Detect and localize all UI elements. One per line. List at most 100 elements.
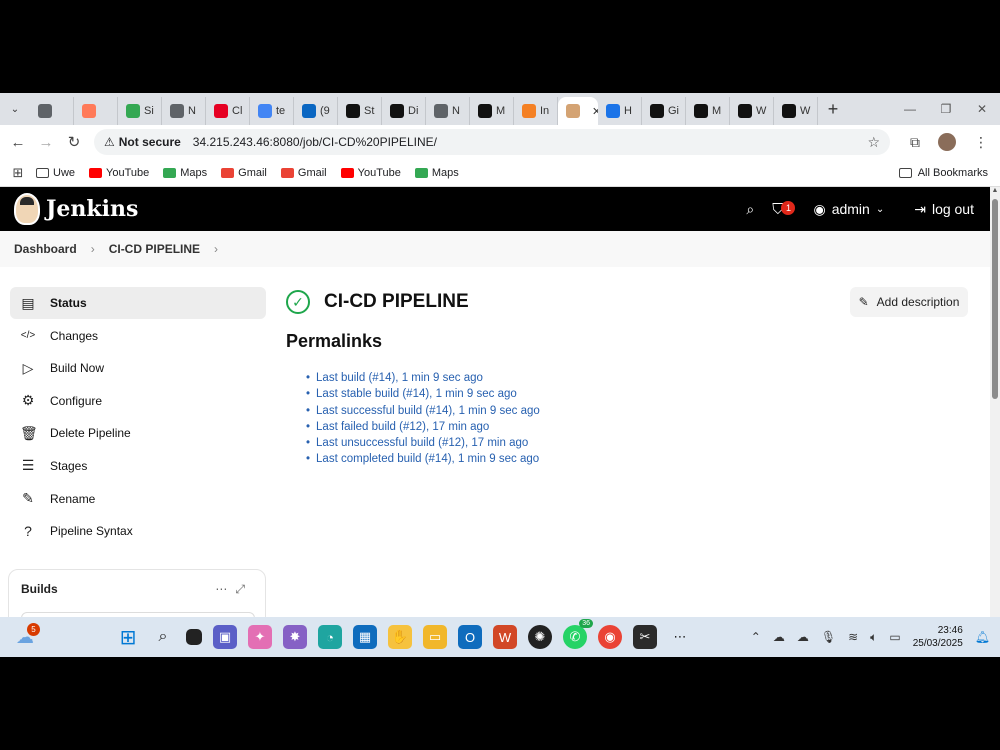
bookmark-label: YouTube bbox=[357, 166, 401, 179]
wifi-icon[interactable]: ≋ bbox=[848, 630, 858, 644]
permalink-link[interactable]: Last unsuccessful build (#12), 17 min ag… bbox=[306, 435, 976, 451]
sidebar-item-delete-pipeline[interactable]: 🗑︎ Delete Pipeline bbox=[10, 417, 266, 449]
whatsapp-icon[interactable]: ✆ 36 bbox=[563, 619, 593, 649]
scroll-thumb[interactable] bbox=[992, 199, 998, 399]
browser-tab[interactable]: W bbox=[730, 97, 774, 125]
bookmark-label: Gmail bbox=[297, 166, 327, 179]
breadcrumb-job[interactable]: CI-CD PIPELINE bbox=[109, 242, 200, 256]
close-window-icon[interactable]: ✕ bbox=[964, 93, 1000, 125]
reload-icon[interactable]: ↻ bbox=[60, 133, 88, 151]
jenkins-logo[interactable] bbox=[14, 193, 40, 225]
sidebar-item-label: Stages bbox=[50, 458, 88, 473]
sidebar-item-rename[interactable]: ✎ Rename bbox=[10, 483, 266, 515]
file-explorer-icon[interactable]: ▭ bbox=[423, 625, 447, 649]
browser-tab[interactable]: N bbox=[426, 97, 470, 125]
bookmark-item[interactable]: Uwe bbox=[36, 167, 75, 179]
scroll-up-icon[interactable]: ▲ bbox=[990, 187, 1000, 194]
microphone-icon[interactable]: 🎙︎ bbox=[821, 630, 836, 644]
outlook-icon[interactable]: O bbox=[458, 625, 482, 649]
browser-tab[interactable]: Si bbox=[118, 97, 162, 125]
url-text[interactable]: 34.215.243.46:8080/job/CI-CD%20PIPELINE/ bbox=[193, 135, 868, 149]
browser-tab[interactable]: Cl bbox=[206, 97, 250, 125]
sidebar-item-configure[interactable]: ⚙ Configure bbox=[10, 385, 266, 417]
notification-icon[interactable]: 🔔︎ bbox=[975, 630, 990, 644]
bookmark-item[interactable]: Gmail bbox=[280, 166, 327, 179]
bookmark-item[interactable]: YouTube bbox=[340, 166, 401, 179]
permalink-link[interactable]: Last stable build (#14), 1 min 9 sec ago bbox=[306, 386, 976, 402]
jenkins-brand[interactable]: Jenkins bbox=[46, 196, 138, 222]
new-tab-button[interactable]: + bbox=[818, 99, 848, 120]
address-bar[interactable]: ⚠ Not secure 34.215.243.46:8080/job/CI-C… bbox=[94, 129, 890, 155]
battery-icon[interactable]: ▭ bbox=[889, 630, 900, 644]
browser-tab[interactable]: ✕ bbox=[558, 97, 598, 125]
bookmark-item[interactable]: Maps bbox=[163, 167, 207, 179]
sticky-app-icon[interactable]: ✋ bbox=[388, 625, 412, 649]
sidebar-item-status[interactable]: ▤ Status bbox=[10, 287, 266, 319]
forward-icon[interactable]: → bbox=[32, 134, 60, 151]
all-bookmarks-button[interactable]: All Bookmarks bbox=[898, 167, 988, 179]
chrome-icon[interactable]: ◉ bbox=[598, 625, 622, 649]
add-description-button[interactable]: ✎ Add description bbox=[850, 287, 968, 317]
browser-tab[interactable]: W bbox=[774, 97, 818, 125]
bookmark-label: Maps bbox=[431, 166, 459, 179]
browser-tab[interactable]: M bbox=[686, 97, 730, 125]
bookmark-item[interactable]: YouTube bbox=[89, 167, 149, 179]
browser-tab[interactable] bbox=[30, 97, 74, 125]
sidebar-item-build-now[interactable]: ▷ Build Now bbox=[10, 352, 266, 384]
edge-icon[interactable]: ◔ bbox=[318, 625, 342, 649]
browser-menu-icon[interactable]: ⋮ bbox=[974, 134, 988, 151]
search-icon[interactable]: ⌕ bbox=[746, 201, 754, 218]
permalink-link[interactable]: Last build (#14), 1 min 9 sec ago bbox=[306, 370, 976, 386]
weather-widget-icon[interactable]: ☁ 5 bbox=[16, 622, 40, 648]
browser-tab[interactable]: Di bbox=[382, 97, 426, 125]
copilot-icon[interactable]: ✦ bbox=[248, 625, 272, 649]
bookmark-item[interactable]: Gmail bbox=[221, 167, 267, 179]
browser-tab[interactable]: In bbox=[514, 97, 558, 125]
browser-tab[interactable]: St bbox=[338, 97, 382, 125]
store-icon[interactable]: ▦ bbox=[353, 625, 377, 649]
sidebar-item-changes[interactable]: </> Changes bbox=[10, 320, 266, 352]
profile-avatar[interactable] bbox=[938, 133, 956, 151]
sidebar-item-pipeline-syntax[interactable]: ? Pipeline Syntax bbox=[10, 515, 266, 547]
chatgpt-icon[interactable]: ✺ bbox=[528, 625, 552, 649]
browser-tab[interactable]: (9 bbox=[294, 97, 338, 125]
apps-grid-icon[interactable]: ⊞ bbox=[0, 165, 36, 181]
task-view-icon[interactable] bbox=[186, 629, 202, 645]
permalink-link[interactable]: Last failed build (#12), 17 min ago bbox=[306, 419, 976, 435]
tray-chevron-up-icon[interactable]: ⌃ bbox=[751, 630, 761, 644]
bookmark-item[interactable]: Maps bbox=[414, 166, 459, 179]
minimize-icon[interactable]: — bbox=[892, 93, 928, 125]
restore-icon[interactable]: ❐ bbox=[928, 93, 964, 125]
search-icon[interactable]: ⌕ bbox=[151, 625, 175, 649]
user-menu[interactable]: ◉ admin ⌄ bbox=[813, 201, 884, 218]
more-apps-icon[interactable]: ⋯ bbox=[668, 625, 692, 649]
permalink-link[interactable]: Last successful build (#14), 1 min 9 sec… bbox=[306, 403, 976, 419]
bookmark-star-icon[interactable]: ☆ bbox=[867, 134, 880, 151]
back-icon[interactable]: ← bbox=[4, 134, 32, 151]
tab-search-icon[interactable]: ⌄ bbox=[0, 104, 30, 115]
snipping-tool-icon[interactable]: ✂ bbox=[633, 625, 657, 649]
extensions-icon[interactable]: ⧉ bbox=[910, 134, 920, 151]
network-cloud-icon[interactable]: ☁ bbox=[797, 630, 809, 644]
browser-tab[interactable]: Gi bbox=[642, 97, 686, 125]
onedrive-icon[interactable]: ☁ bbox=[773, 630, 785, 644]
start-icon[interactable]: ⊞ bbox=[116, 625, 140, 649]
sidebar-item-stages[interactable]: ☰ Stages bbox=[10, 450, 266, 482]
browser-tab[interactable]: M bbox=[470, 97, 514, 125]
breadcrumb-dashboard[interactable]: Dashboard bbox=[14, 242, 77, 256]
builds-panel-icons[interactable]: ⋯⤢ bbox=[215, 582, 253, 597]
browser-tab[interactable]: te bbox=[250, 97, 294, 125]
chevron-right-icon[interactable]: › bbox=[214, 242, 218, 256]
logout-link[interactable]: ⇥ log out bbox=[914, 201, 974, 218]
browser-tab[interactable]: H bbox=[598, 97, 642, 125]
permalink-link[interactable]: Last completed build (#14), 1 min 9 sec … bbox=[306, 451, 976, 467]
security-shield-icon[interactable]: ⛉ 1 bbox=[772, 200, 796, 218]
browser-tab[interactable]: N bbox=[162, 97, 206, 125]
app-icon[interactable]: ✸ bbox=[283, 625, 307, 649]
volume-icon[interactable]: 🔈︎ bbox=[870, 630, 877, 645]
vertical-scrollbar[interactable]: ▲ ▼ bbox=[990, 187, 1000, 623]
clock[interactable]: 23:46 25/03/2025 bbox=[913, 624, 963, 650]
browser-tab[interactable] bbox=[74, 97, 118, 125]
teams-icon[interactable]: ▣ bbox=[213, 625, 237, 649]
office-icon[interactable]: W bbox=[493, 625, 517, 649]
